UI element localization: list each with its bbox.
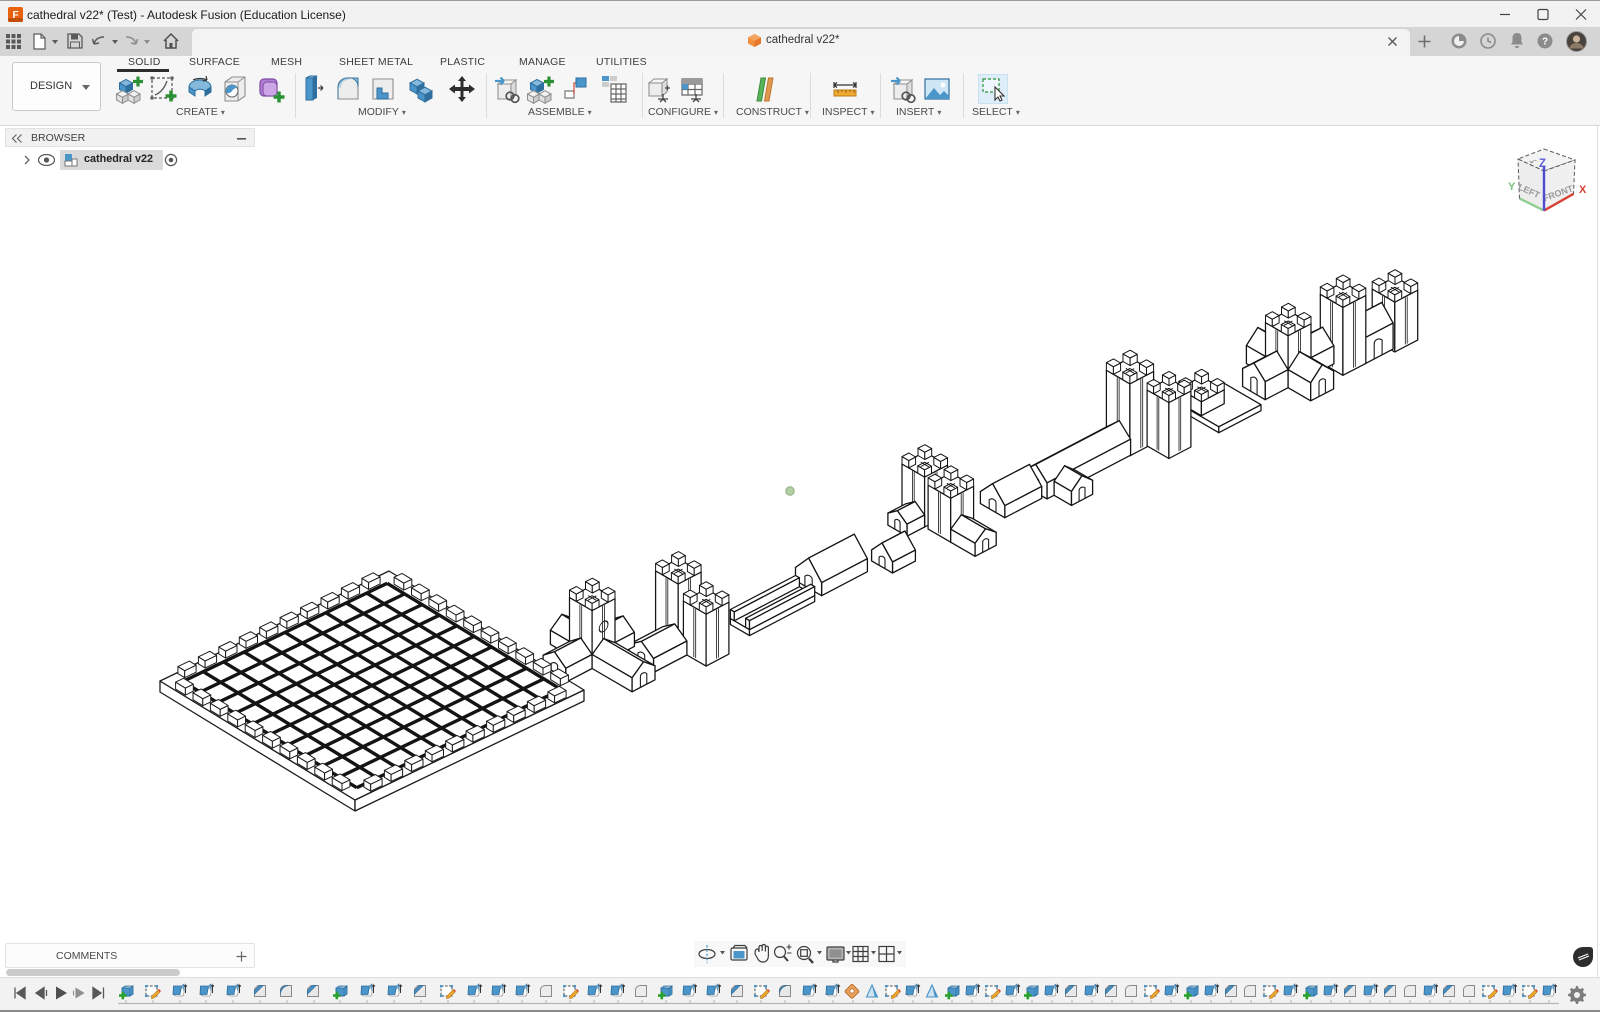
svg-text:F: F (12, 10, 18, 21)
svg-text:?: ? (1542, 37, 1548, 48)
svg-text:Y: Y (1508, 181, 1516, 193)
svg-text:X: X (1579, 184, 1587, 196)
svg-text:Z: Z (1539, 158, 1546, 170)
